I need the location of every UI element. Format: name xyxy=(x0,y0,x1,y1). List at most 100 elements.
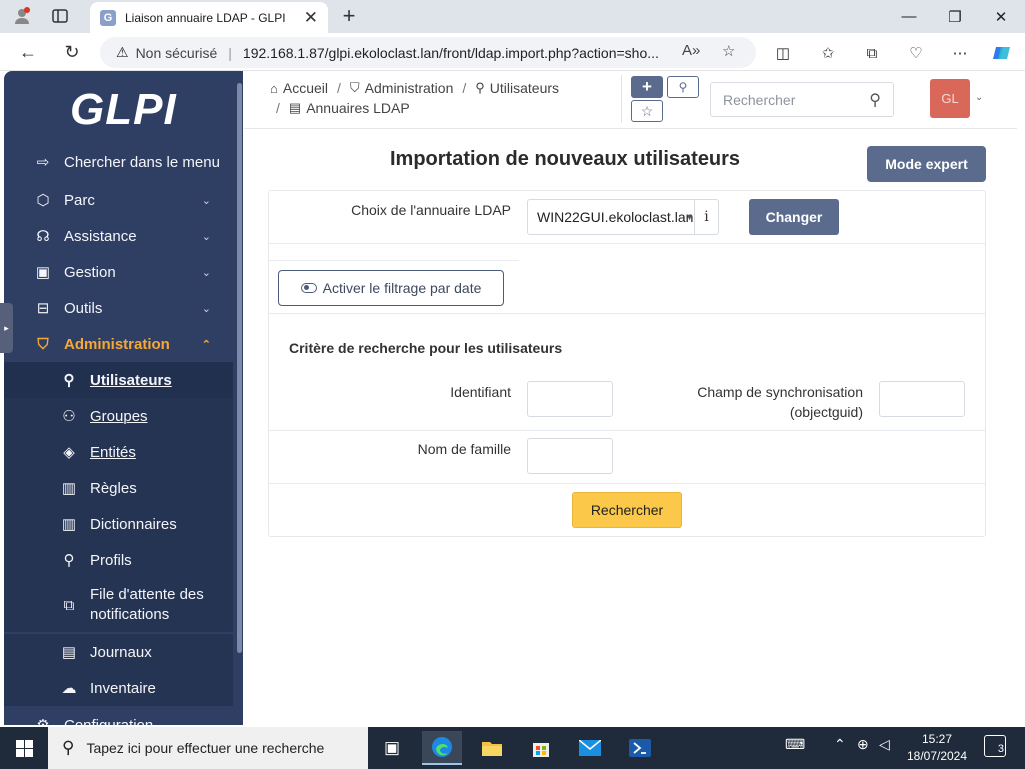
breadcrumb-administration[interactable]: Administration xyxy=(365,80,454,96)
search-button[interactable]: Rechercher xyxy=(572,492,682,528)
info-icon[interactable]: i xyxy=(694,200,718,234)
clock-time: 15:27 xyxy=(921,732,953,746)
file-explorer-icon[interactable] xyxy=(472,731,512,765)
sidebar-item-gestion[interactable]: ▣ Gestion ⌄ xyxy=(4,254,233,290)
network-icon[interactable]: ⊕ xyxy=(857,736,869,753)
breadcrumb-annuaires-ldap[interactable]: Annuaires LDAP xyxy=(306,100,410,116)
breadcrumb-accueil[interactable]: Accueil xyxy=(283,80,328,96)
sidebar-subitem-dictionnaires[interactable]: ▥ Dictionnaires xyxy=(4,506,233,542)
sidebar-scrollbar[interactable] xyxy=(237,83,242,653)
ldap-directory-select[interactable]: WIN22GUI.ekoloclast.lan ▼ i xyxy=(527,199,719,235)
restore-icon[interactable]: ❐ xyxy=(932,0,978,33)
taskbar-search-input[interactable]: ⚲ Tapez ici pour effectuer une recherche xyxy=(48,727,368,769)
sidebar-item-parc[interactable]: ⬡ Parc ⌄ xyxy=(4,182,233,218)
nom-famille-input[interactable] xyxy=(527,438,613,474)
keyboard-icon[interactable]: ⌨ xyxy=(785,736,805,753)
breadcrumb-separator: / xyxy=(337,80,341,96)
more-icon[interactable]: ⋯ xyxy=(947,41,973,65)
criteria-title: Critère de recherche pour les utilisateu… xyxy=(289,340,563,356)
task-view-icon[interactable]: ▣ xyxy=(372,731,412,765)
chevron-down-icon[interactable]: ⌄ xyxy=(975,92,983,103)
breadcrumb-utilisateurs[interactable]: Utilisateurs xyxy=(490,80,559,96)
close-tab-icon[interactable]: ✕ xyxy=(304,8,318,28)
sidebar-subitem-label: Journaux xyxy=(90,643,152,661)
sidebar-subitem-journaux[interactable]: ▤ Journaux xyxy=(4,634,233,670)
gear-icon: ⚙ xyxy=(30,716,56,725)
refresh-icon[interactable]: ↻ xyxy=(58,39,86,65)
favorites-icon[interactable]: ✩ xyxy=(815,41,841,65)
edge-icon[interactable] xyxy=(422,731,462,765)
sidebar-subitem-entites[interactable]: ◈ Entités xyxy=(4,434,233,470)
sidebar-item-configuration[interactable]: ⚙ Configuration ⌄ xyxy=(4,707,233,726)
sidebar-subitem-inventaire[interactable]: ☁ Inventaire xyxy=(4,670,233,706)
search-icon[interactable]: ⚲ xyxy=(667,76,699,98)
magnifier-icon[interactable]: ⚲ xyxy=(869,90,881,110)
sidebar-subitem-profils[interactable]: ⚲ Profils xyxy=(4,542,233,578)
headset-icon: ☊ xyxy=(36,228,50,245)
back-icon[interactable]: ← xyxy=(14,39,42,65)
profile-icon[interactable] xyxy=(9,4,35,28)
expert-mode-button[interactable]: Mode expert xyxy=(867,146,986,182)
sidebar-search-menu[interactable]: ⇨ Chercher dans le menu xyxy=(4,144,233,180)
star-icon[interactable]: ☆ xyxy=(631,100,663,122)
notification-icon[interactable]: 3 xyxy=(984,735,1006,757)
sidebar-subitem-label: Entités xyxy=(90,443,136,461)
sidebar-item-assistance[interactable]: ☊ Assistance ⌄ xyxy=(4,218,233,254)
new-tab-icon[interactable]: + xyxy=(336,3,362,28)
global-search-input[interactable]: Rechercher ⚲ xyxy=(710,82,894,117)
mail-icon[interactable] xyxy=(570,731,610,765)
change-directory-button[interactable]: Changer xyxy=(749,199,839,235)
toggle-icon xyxy=(300,283,317,293)
page-scrollbar[interactable] xyxy=(1017,71,1025,725)
divider xyxy=(269,313,985,314)
sidebar-subitem-utilisateurs[interactable]: ⚲ Utilisateurs xyxy=(4,362,233,398)
powershell-icon[interactable] xyxy=(620,731,660,765)
cloud-download-icon: ☁ xyxy=(61,680,77,697)
sidebar-subitem-regles[interactable]: ▥ Règles xyxy=(4,470,233,506)
identifiant-input[interactable] xyxy=(527,381,613,417)
collections-icon[interactable]: ⧉ xyxy=(859,41,885,65)
sidebar-subitem-notifications[interactable]: ⧉ File d'attente des notifications xyxy=(4,578,233,632)
glpi-logo[interactable]: GLPI xyxy=(70,85,177,135)
users-icon: ⚇ xyxy=(62,408,76,425)
sync-field-sublabel: (objectguid) xyxy=(789,404,863,420)
add-button[interactable]: + xyxy=(631,76,663,98)
split-screen-icon[interactable]: ◫ xyxy=(770,41,796,65)
sidebar-item-label: Configuration xyxy=(64,716,154,726)
sidebar-subitem-groupes[interactable]: ⚇ Groupes xyxy=(4,398,233,434)
url-field[interactable]: ⚠ Non sécurisé | 192.168.1.87/glpi.ekolo… xyxy=(100,37,756,68)
favorite-star-icon[interactable]: ☆ xyxy=(722,42,735,60)
windows-start-icon[interactable] xyxy=(4,731,44,765)
close-window-icon[interactable]: ✕ xyxy=(978,0,1024,33)
sidebar-subitem-label: Groupes xyxy=(90,407,148,425)
clock-date: 18/07/2024 xyxy=(906,749,968,763)
store-icon[interactable] xyxy=(521,731,561,765)
chevron-down-icon: ⌄ xyxy=(201,194,211,207)
page-title: Importation de nouveaux utilisateurs xyxy=(390,148,741,170)
divider xyxy=(269,430,985,431)
sync-field-input[interactable] xyxy=(879,381,965,417)
caret-down-icon: ▼ xyxy=(685,212,694,222)
sidebar-item-administration[interactable]: ⛉ Administration ⌃ xyxy=(4,326,233,362)
clock[interactable]: 15:27 18/07/2024 xyxy=(900,731,974,765)
chevron-up-icon[interactable]: ⌃ xyxy=(834,736,846,753)
warning-icon: ⚠ xyxy=(116,44,129,60)
workspaces-icon[interactable] xyxy=(47,4,73,28)
ldap-choice-label: Choix de l'annuaire LDAP xyxy=(351,202,511,218)
read-aloud-icon[interactable]: A» xyxy=(682,42,700,59)
minimize-icon[interactable]: — xyxy=(886,0,932,33)
taskbar: ⚲ Tapez ici pour effectuer une recherche… xyxy=(0,727,1025,769)
sidebar-collapse-handle[interactable]: ▸ xyxy=(0,303,13,353)
copilot-icon[interactable] xyxy=(989,41,1015,65)
performance-icon[interactable]: ♡ xyxy=(903,41,929,65)
browser-window: G Liaison annuaire LDAP - GLPI ✕ + — ❐ ✕… xyxy=(0,0,1025,769)
arrow-right-icon: ⇨ xyxy=(36,154,50,171)
search-placeholder: Rechercher xyxy=(723,91,796,108)
avatar[interactable]: GL xyxy=(930,79,970,118)
sidebar-item-label: Gestion xyxy=(64,263,116,281)
tab-glpi[interactable]: G Liaison annuaire LDAP - GLPI ✕ xyxy=(90,2,328,33)
date-filter-button[interactable]: Activer le filtrage par date xyxy=(278,270,504,306)
volume-icon[interactable]: ◁ xyxy=(879,736,890,753)
sidebar-item-outils[interactable]: ⊟ Outils ⌄ xyxy=(4,290,233,326)
address-book-icon: ▤ xyxy=(288,100,302,115)
